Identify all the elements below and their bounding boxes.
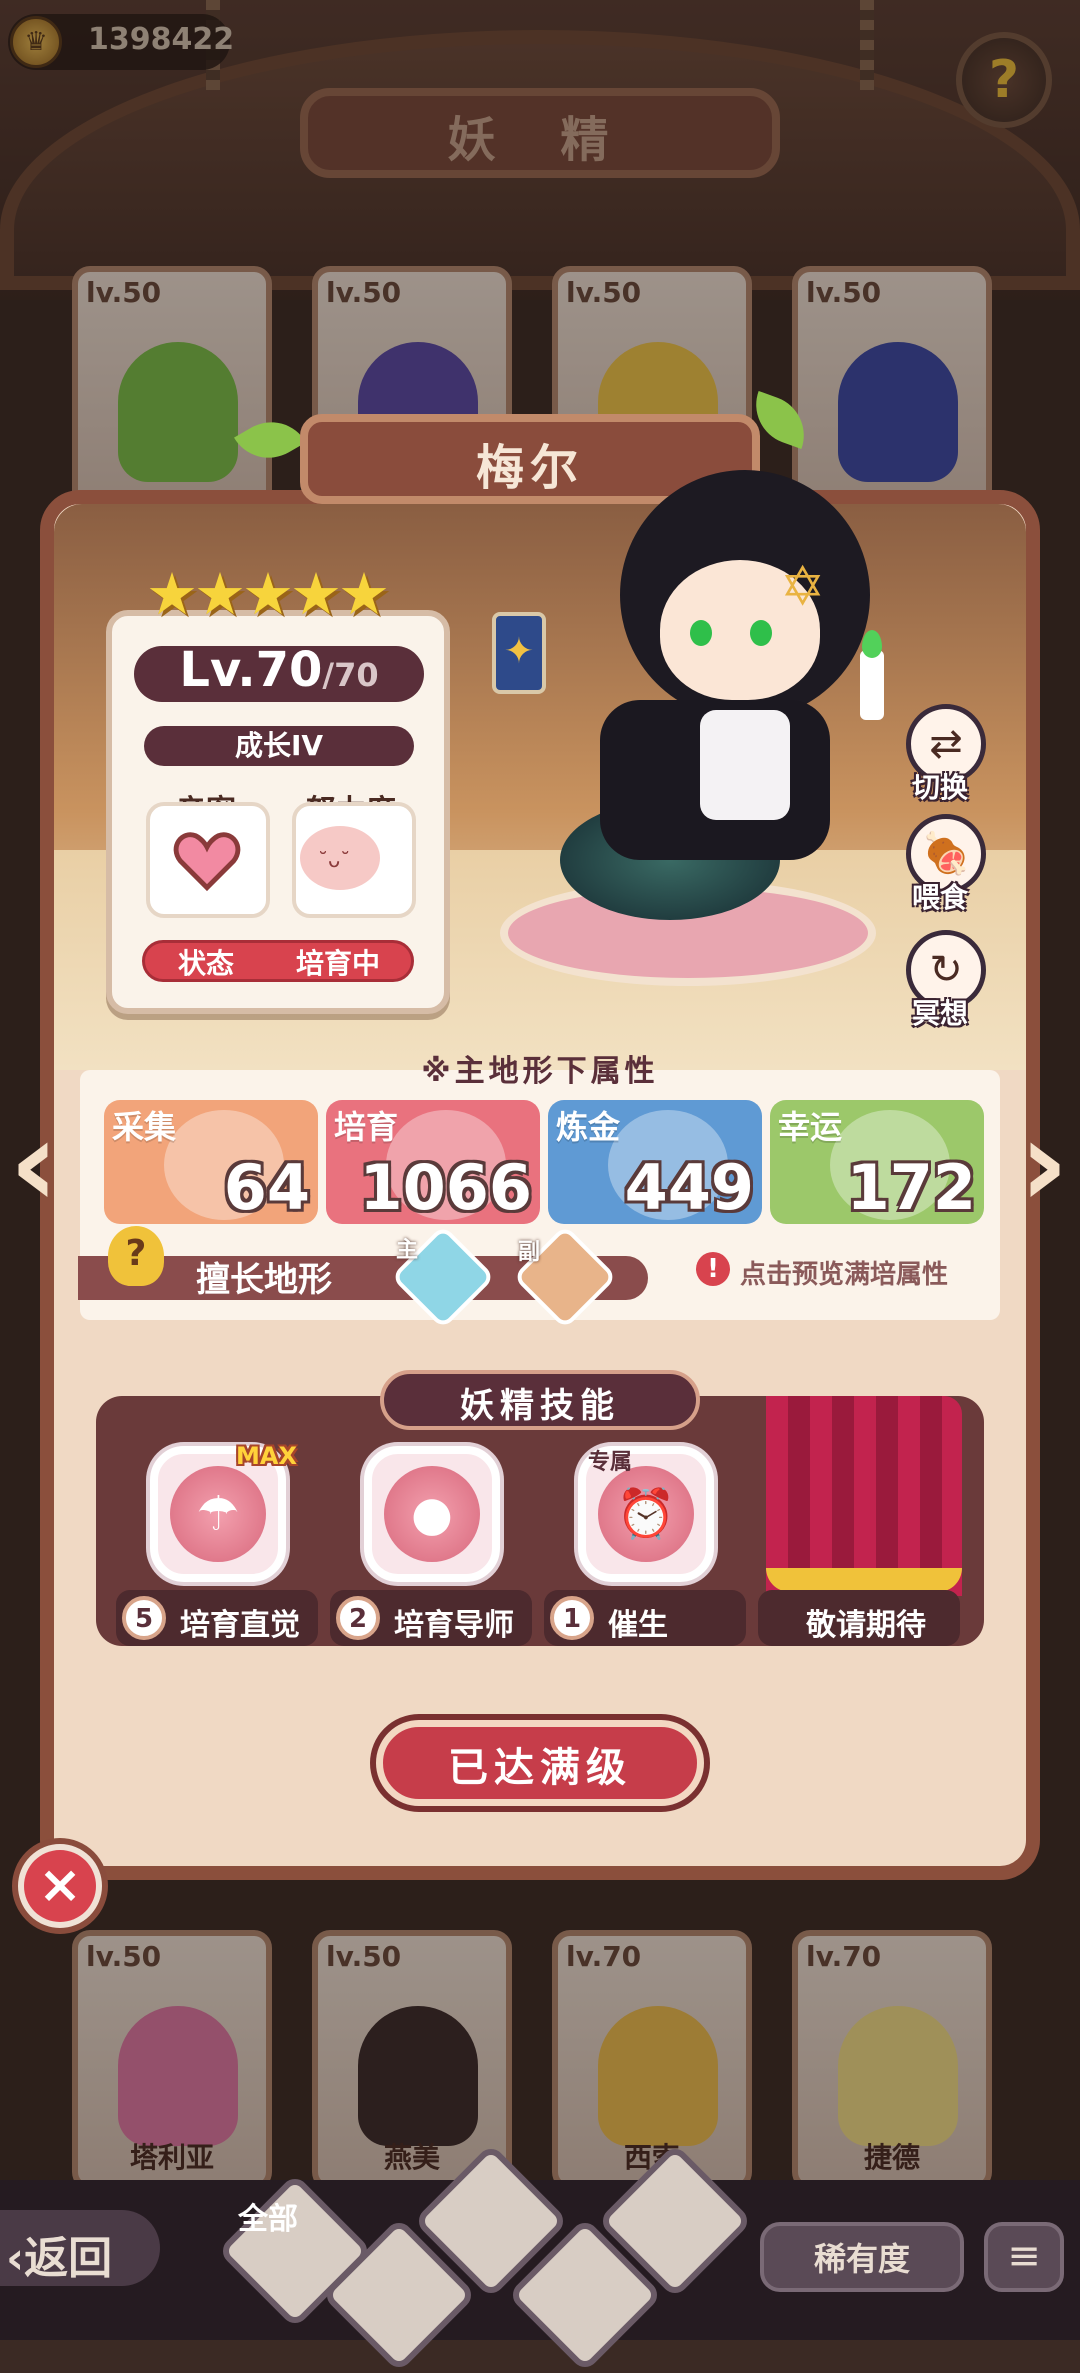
candle-flame xyxy=(862,630,882,658)
status-value: 培育中 xyxy=(296,947,381,980)
exclamation-icon[interactable]: ! xyxy=(696,1252,730,1286)
max-level-label[interactable]: 已达满级 xyxy=(376,1735,704,1793)
skill-level-badge: 2 xyxy=(336,1596,380,1640)
skills-title: 妖精技能 xyxy=(460,1386,620,1426)
stats-caption: ※主地形下属性 xyxy=(421,1054,659,1089)
skill-glyph: ● xyxy=(384,1466,480,1562)
terrain-label: 擅长地形 xyxy=(196,1260,332,1300)
skill-name: 敬请期待 xyxy=(806,1608,926,1643)
stat-label: 采集 xyxy=(112,1108,177,1146)
switch-label[interactable]: 切换 xyxy=(912,766,968,806)
filter-all-label[interactable]: 全部 xyxy=(238,2194,298,2238)
sort-list-icon[interactable]: ≡ xyxy=(984,2222,1064,2292)
skill-glyph: ⏰ xyxy=(598,1466,694,1562)
previous-fairy-arrow[interactable]: ‹ xyxy=(4,1105,64,1230)
status-label: 状态 xyxy=(178,947,235,980)
skill-name: 培育导师 xyxy=(394,1608,514,1643)
curtain-hem xyxy=(766,1568,962,1592)
stat-value: 172 xyxy=(846,1151,976,1224)
stat-value: 64 xyxy=(223,1151,310,1224)
skill-name: 培育直觉 xyxy=(180,1608,300,1643)
stat-label: 培育 xyxy=(334,1108,399,1146)
exclusive-badge: 专属 xyxy=(588,1450,633,1475)
stat-label: 幸运 xyxy=(778,1108,843,1146)
heart-icon xyxy=(173,832,241,892)
candle xyxy=(860,650,884,720)
level-value: Lv.70 xyxy=(179,642,323,698)
tomato-upgrade-icon[interactable]: ● xyxy=(364,1446,500,1582)
curtain-icon xyxy=(766,1396,962,1596)
skill-level-badge: 5 xyxy=(122,1596,166,1640)
max-badge: MAX xyxy=(236,1442,297,1470)
stat-value: 449 xyxy=(624,1151,754,1224)
blob-face: ˘ᴗ˘ xyxy=(318,848,351,872)
preview-full-stats-link[interactable]: 点击预览满培属性 xyxy=(740,1254,948,1291)
close-icon[interactable]: × xyxy=(24,1850,96,1922)
sprout-icon: ? xyxy=(108,1226,164,1286)
stat-tile: 幸运 172 xyxy=(770,1100,984,1224)
skill-name: 催生 xyxy=(608,1608,668,1643)
stat-label: 炼金 xyxy=(556,1108,621,1146)
stat-tile: 采集 64 xyxy=(104,1100,318,1224)
skill-level-badge: 1 xyxy=(550,1596,594,1640)
level-display: Lv.70/70 xyxy=(134,642,424,698)
stat-tile: 培育 1066 xyxy=(326,1100,540,1224)
stat-value: 1066 xyxy=(359,1151,532,1224)
max-level-value: /70 xyxy=(322,656,379,694)
next-fairy-arrow[interactable]: › xyxy=(1014,1105,1074,1230)
growth-stage: 成长IV xyxy=(144,726,414,766)
sub-terrain-tag: 副 xyxy=(518,1240,541,1265)
stat-tile: 炼金 449 xyxy=(548,1100,762,1224)
back-label[interactable]: ‹返回 xyxy=(6,2222,112,2286)
character-eye xyxy=(750,620,772,646)
rarity-label[interactable]: 稀有度 xyxy=(760,2234,964,2280)
character-eye xyxy=(690,620,712,646)
tarot-card-icon[interactable]: ✦ xyxy=(492,612,546,694)
character-apron xyxy=(700,710,790,820)
star-rating: ★★★★★ xyxy=(146,560,390,628)
meditate-label[interactable]: 冥想 xyxy=(912,992,968,1032)
feed-label[interactable]: 喂食 xyxy=(912,876,968,916)
hexagram-hairpin: ✡ xyxy=(780,555,826,618)
skill-glyph: ☂ xyxy=(170,1466,266,1562)
main-terrain-tag: 主 xyxy=(396,1238,419,1263)
